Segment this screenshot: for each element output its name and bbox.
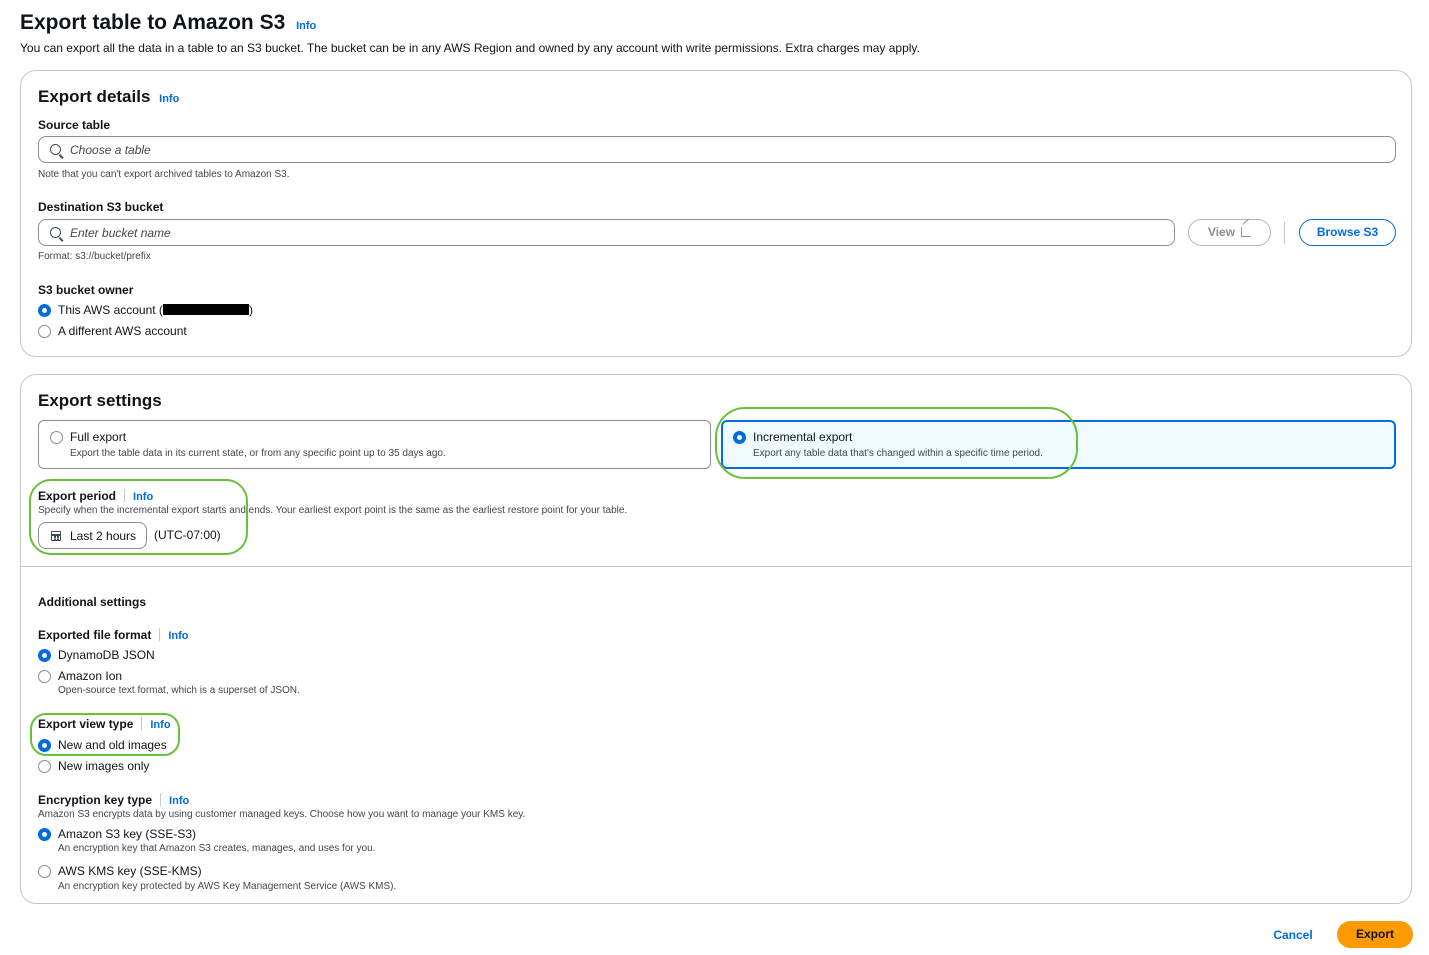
view-type-label: Export view type Info <box>38 717 171 731</box>
source-table-label: Source table <box>38 118 111 132</box>
button-divider <box>1284 222 1285 244</box>
export-settings-heading: Export settings <box>38 391 162 410</box>
search-icon <box>50 227 61 238</box>
source-table-placeholder: Choose a table <box>70 143 151 157</box>
destination-bucket-placeholder: Enter bucket name <box>70 226 171 240</box>
page-description: You can export all the data in a table t… <box>20 41 920 55</box>
redacted-account-id <box>162 304 249 315</box>
page-title: Export table to Amazon S3 Info <box>20 11 317 34</box>
export-button[interactable]: Export <box>1337 921 1413 948</box>
view-button[interactable]: View <box>1188 219 1271 246</box>
full-export-radio[interactable] <box>50 431 63 444</box>
export-settings-container: Export settings Full export Export the t… <box>20 374 1412 904</box>
export-details-heading: Export details Info <box>38 87 180 106</box>
additional-settings-heading: Additional settings <box>38 595 146 609</box>
export-period-description: Specify when the incremental export star… <box>38 505 628 516</box>
owner-this-account-radio[interactable] <box>38 304 51 317</box>
bucket-owner-label: S3 bucket owner <box>38 283 134 297</box>
owner-different-account-radio[interactable] <box>38 325 51 338</box>
encryption-info-link[interactable]: Info <box>169 795 189 807</box>
view-new-only-radio[interactable] <box>38 760 51 773</box>
encryption-sse-s3-description: An encryption key that Amazon S3 creates… <box>58 843 376 854</box>
section-divider <box>21 566 1411 567</box>
format-amazon-ion-radio[interactable] <box>38 670 51 683</box>
file-format-info-link[interactable]: Info <box>168 630 188 642</box>
format-dynamodb-json-label: DynamoDB JSON <box>58 648 155 662</box>
view-new-and-old-radio[interactable] <box>38 739 51 752</box>
view-type-info-link[interactable]: Info <box>150 719 170 731</box>
encryption-sse-kms-label: AWS KMS key (SSE-KMS) <box>58 864 202 878</box>
export-period-timezone: (UTC-07:00) <box>154 528 221 542</box>
incremental-export-description: Export any table data that's changed wit… <box>753 448 1043 459</box>
export-period-picker[interactable]: Last 2 hours <box>38 522 147 549</box>
export-period-label: Export period Info <box>38 489 154 503</box>
format-amazon-ion-label: Amazon Ion <box>58 669 123 683</box>
owner-different-account-label: A different AWS account <box>58 324 187 338</box>
source-table-hint: Note that you can't export archived tabl… <box>38 169 290 180</box>
encryption-label: Encryption key type Info <box>38 793 190 807</box>
calendar-icon <box>51 531 61 541</box>
export-details-container: Export details Info Source table Choose … <box>20 70 1412 357</box>
cancel-button[interactable]: Cancel <box>1262 928 1324 942</box>
incremental-export-radio[interactable] <box>733 431 746 444</box>
encryption-sse-kms-radio[interactable] <box>38 865 51 878</box>
view-new-and-old-label: New and old images <box>58 738 167 752</box>
destination-bucket-label: Destination S3 bucket <box>38 200 164 214</box>
destination-bucket-input[interactable]: Enter bucket name <box>38 219 1175 246</box>
format-dynamodb-json-radio[interactable] <box>38 649 51 662</box>
page-info-link[interactable]: Info <box>296 20 316 32</box>
export-details-info-link[interactable]: Info <box>159 93 179 105</box>
encryption-sse-s3-label: Amazon S3 key (SSE-S3) <box>58 827 197 841</box>
owner-this-account-label: This AWS account () <box>58 303 253 317</box>
export-period-value: Last 2 hours <box>70 529 137 543</box>
view-new-only-label: New images only <box>58 759 150 773</box>
format-amazon-ion-description: Open-source text format, which is a supe… <box>58 685 300 696</box>
source-table-input[interactable]: Choose a table <box>38 136 1396 163</box>
full-export-title: Full export <box>70 430 127 444</box>
encryption-description: Amazon S3 encrypts data by using custome… <box>38 809 526 820</box>
encryption-sse-s3-radio[interactable] <box>38 828 51 841</box>
encryption-sse-kms-description: An encryption key protected by AWS Key M… <box>58 881 397 892</box>
browse-s3-button[interactable]: Browse S3 <box>1299 219 1396 246</box>
external-link-icon <box>1241 227 1252 237</box>
file-format-label: Exported file format Info <box>38 628 189 642</box>
full-export-tile[interactable]: Full export Export the table data in its… <box>38 420 711 469</box>
incremental-export-tile[interactable]: Incremental export Export any table data… <box>721 420 1396 469</box>
search-icon <box>50 144 61 155</box>
full-export-description: Export the table data in its current sta… <box>70 448 446 459</box>
export-period-info-link[interactable]: Info <box>133 491 153 503</box>
incremental-export-title: Incremental export <box>753 430 853 444</box>
destination-bucket-hint: Format: s3://bucket/prefix <box>38 251 151 262</box>
